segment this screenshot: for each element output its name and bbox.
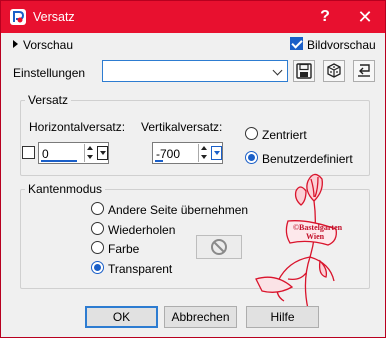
watermark-text-line1: ©Bastelgarten (293, 223, 343, 232)
chevron-down-icon (273, 64, 283, 78)
vertical-offset-label: Vertikalversatz: (141, 120, 223, 134)
preview-toggle-label: Vorschau (23, 38, 74, 52)
dropdown-arrow-icon[interactable] (211, 146, 222, 160)
help-title-button[interactable]: ? (305, 1, 345, 33)
dialog-window: Versatz ? ✕ Vorschau Bildvorschau Einste… (0, 0, 386, 338)
up-down-arrows-icon[interactable] (198, 144, 209, 162)
window-title: Versatz (33, 10, 75, 24)
edge-mode-group-title: Kantenmodus (25, 182, 106, 196)
chevron-right-icon (13, 40, 18, 48)
edge-color-label: Farbe (108, 242, 140, 256)
reset-icon (358, 64, 370, 77)
live-preview-checkbox[interactable] (290, 37, 303, 50)
random-cube-icon (327, 63, 341, 78)
no-color-icon (211, 239, 227, 255)
focus-underline (155, 160, 163, 162)
preset-combo[interactable] (102, 60, 288, 82)
edge-color-swatch[interactable] (196, 235, 242, 259)
edge-repeat-label: Wiederholen (108, 223, 176, 237)
offset-group-title: Versatz (25, 93, 72, 107)
edge-wrap-radio[interactable] (91, 202, 104, 215)
up-down-arrows-icon[interactable] (84, 144, 95, 162)
app-icon (10, 9, 26, 25)
watermark-text-line2: Wien (306, 232, 325, 241)
centered-radio[interactable] (245, 127, 258, 140)
horizontal-offset-value: 0 (42, 147, 49, 161)
horizontal-offset-label: Horizontalversatz: (29, 120, 126, 134)
ok-button[interactable]: OK (85, 306, 158, 328)
edge-color-radio[interactable] (91, 241, 104, 254)
save-preset-icon (296, 63, 312, 79)
vertical-offset-value: -700 (156, 147, 181, 161)
dropdown-arrow-icon[interactable] (97, 146, 108, 160)
edge-transparent-radio[interactable] (91, 261, 104, 274)
help-button[interactable]: Hilfe (246, 306, 319, 328)
focus-underline (41, 160, 77, 162)
save-preset-button[interactable] (293, 60, 315, 82)
live-preview-label: Bildvorschau (307, 38, 376, 52)
vertical-offset-spinner[interactable]: -700 (152, 142, 223, 164)
title-bar: Versatz ? ✕ (1, 1, 385, 33)
randomize-button[interactable] (323, 60, 345, 82)
watermark-flower-logo: ©Bastelgarten Wien (255, 173, 343, 310)
reset-button[interactable] (353, 60, 375, 82)
preview-toggle[interactable]: Vorschau (13, 38, 73, 54)
cancel-button[interactable]: Abbrechen (164, 306, 237, 328)
edge-transparent-label: Transparent (108, 262, 173, 276)
link-offsets-checkbox[interactable] (22, 146, 35, 159)
close-button[interactable]: ✕ (345, 1, 385, 33)
edge-wrap-label: Andere Seite übernehmen (108, 203, 249, 217)
settings-label: Einstellungen (13, 66, 86, 80)
centered-label: Zentriert (262, 128, 307, 142)
horizontal-offset-spinner[interactable]: 0 (38, 142, 109, 164)
edge-repeat-radio[interactable] (91, 222, 104, 235)
